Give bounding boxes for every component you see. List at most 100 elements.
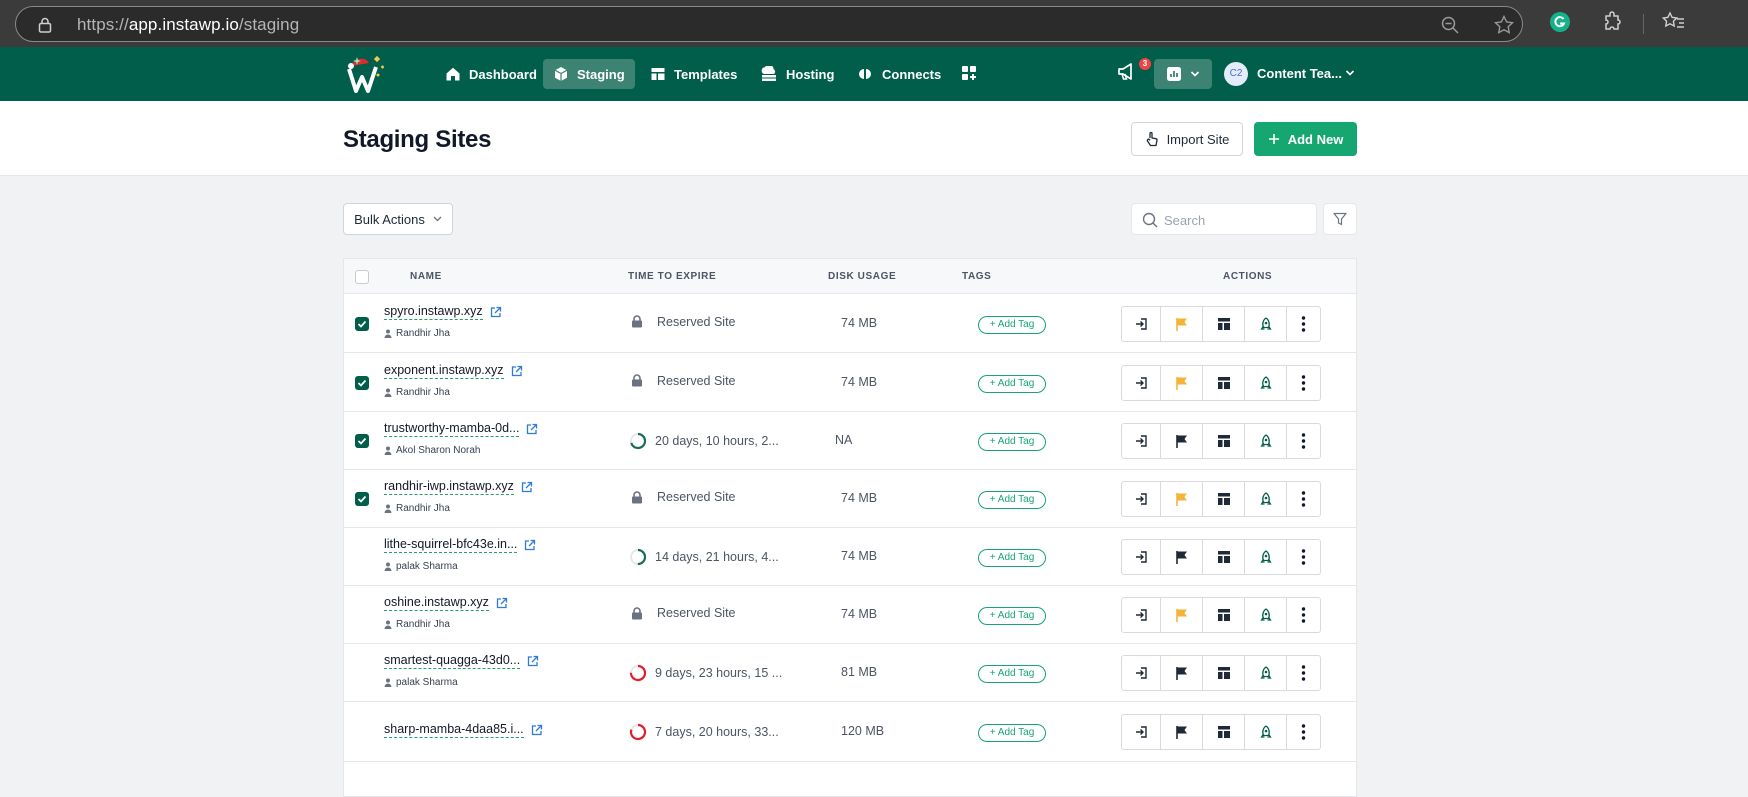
nav-dashboard[interactable]: Dashboard bbox=[435, 59, 547, 89]
team-chevron-down-icon[interactable] bbox=[1345, 69, 1355, 77]
deploy-button[interactable] bbox=[1245, 597, 1287, 633]
zoom-icon[interactable] bbox=[1441, 16, 1459, 34]
external-link-icon[interactable] bbox=[495, 597, 508, 609]
more-options-button[interactable] bbox=[1287, 714, 1321, 750]
row-checkbox[interactable] bbox=[355, 375, 369, 390]
external-link-icon[interactable] bbox=[525, 423, 538, 435]
team-name[interactable]: Content Tea... bbox=[1257, 66, 1342, 81]
analytics-dropdown-button[interactable] bbox=[1154, 59, 1212, 89]
url-text[interactable]: https://app.instawp.io/staging bbox=[77, 15, 299, 35]
filter-funnel-icon bbox=[1333, 212, 1347, 226]
address-bar[interactable]: https://app.instawp.io/staging bbox=[15, 6, 1523, 42]
flag-button[interactable] bbox=[1161, 481, 1203, 517]
site-name-link[interactable]: spyro.instawp.xyz bbox=[384, 304, 483, 320]
template-button[interactable] bbox=[1203, 539, 1245, 575]
deploy-button[interactable] bbox=[1245, 423, 1287, 459]
login-button[interactable] bbox=[1121, 539, 1161, 575]
external-link-icon[interactable] bbox=[489, 306, 502, 318]
external-link-icon[interactable] bbox=[510, 365, 523, 377]
login-button[interactable] bbox=[1121, 364, 1161, 401]
announcement-megaphone-icon[interactable] bbox=[1117, 62, 1139, 82]
more-options-button[interactable] bbox=[1287, 481, 1321, 517]
nav-staging[interactable]: Staging bbox=[543, 59, 635, 89]
column-header-disk[interactable]: DISK USAGE bbox=[828, 271, 896, 282]
more-options-button[interactable] bbox=[1287, 305, 1321, 342]
nav-hosting[interactable]: Hosting bbox=[750, 59, 844, 89]
favorite-star-icon[interactable] bbox=[1494, 15, 1514, 35]
more-options-button[interactable] bbox=[1287, 364, 1321, 401]
filter-button[interactable] bbox=[1323, 203, 1357, 235]
site-name-link[interactable]: exponent.instawp.xyz bbox=[384, 363, 504, 379]
more-options-button[interactable] bbox=[1287, 539, 1321, 575]
lock-icon[interactable] bbox=[38, 17, 52, 33]
external-link-icon[interactable] bbox=[526, 655, 539, 667]
row-checkbox[interactable] bbox=[355, 316, 369, 331]
template-button[interactable] bbox=[1203, 423, 1245, 459]
more-options-button[interactable] bbox=[1287, 423, 1321, 459]
row-checkbox[interactable] bbox=[355, 492, 369, 506]
login-button[interactable] bbox=[1121, 481, 1161, 517]
flag-button[interactable] bbox=[1161, 364, 1203, 401]
add-tag-button[interactable]: + Add Tag bbox=[978, 315, 1046, 334]
extensions-icon[interactable] bbox=[1603, 11, 1623, 33]
row-checkbox[interactable] bbox=[355, 434, 369, 448]
template-button[interactable] bbox=[1203, 481, 1245, 517]
flag-button[interactable] bbox=[1161, 305, 1203, 342]
deploy-button[interactable] bbox=[1245, 481, 1287, 517]
apps-grid-icon[interactable] bbox=[961, 65, 977, 81]
deploy-button[interactable] bbox=[1245, 655, 1287, 691]
deploy-button[interactable] bbox=[1245, 714, 1287, 750]
template-button[interactable] bbox=[1203, 655, 1245, 691]
add-tag-button[interactable]: + Add Tag bbox=[978, 549, 1046, 567]
more-options-button[interactable] bbox=[1287, 597, 1321, 633]
login-button[interactable] bbox=[1121, 597, 1161, 633]
template-button[interactable] bbox=[1203, 364, 1245, 401]
flag-button[interactable] bbox=[1161, 714, 1203, 750]
flag-button[interactable] bbox=[1161, 597, 1203, 633]
site-name-link[interactable]: trustworthy-mamba-0d... bbox=[384, 421, 520, 437]
site-name-link[interactable]: randhir-iwp.instawp.xyz bbox=[384, 479, 514, 495]
deploy-button[interactable] bbox=[1245, 305, 1287, 342]
site-name-link[interactable]: sharp-mamba-4daa85.i... bbox=[384, 722, 524, 738]
team-avatar[interactable]: C2 bbox=[1224, 62, 1248, 86]
favorites-list-icon[interactable] bbox=[1662, 11, 1686, 33]
bulk-actions-dropdown[interactable]: Bulk Actions bbox=[343, 203, 453, 235]
add-tag-button[interactable]: + Add Tag bbox=[978, 433, 1046, 451]
search-input[interactable] bbox=[1164, 210, 1309, 230]
column-header-expire[interactable]: TIME TO EXPIRE bbox=[628, 271, 716, 282]
instawp-logo[interactable] bbox=[345, 53, 389, 95]
template-button[interactable] bbox=[1203, 305, 1245, 342]
deploy-button[interactable] bbox=[1245, 539, 1287, 575]
template-button[interactable] bbox=[1203, 714, 1245, 750]
add-tag-button[interactable]: + Add Tag bbox=[978, 607, 1046, 625]
site-name-link[interactable]: lithe-squirrel-bfc43e.in... bbox=[384, 537, 518, 553]
external-link-icon[interactable] bbox=[523, 539, 536, 551]
column-header-name[interactable]: NAME bbox=[410, 271, 442, 282]
import-site-button[interactable]: Import Site bbox=[1131, 122, 1243, 156]
flag-button[interactable] bbox=[1161, 423, 1203, 459]
login-button[interactable] bbox=[1121, 423, 1161, 459]
external-link-icon[interactable] bbox=[520, 481, 533, 493]
site-name-link[interactable]: oshine.instawp.xyz bbox=[384, 595, 489, 611]
select-all-checkbox[interactable] bbox=[355, 270, 369, 284]
nav-connects[interactable]: Connects bbox=[846, 59, 951, 89]
add-tag-button[interactable]: + Add Tag bbox=[978, 724, 1046, 742]
login-button[interactable] bbox=[1121, 655, 1161, 691]
add-tag-button[interactable]: + Add Tag bbox=[978, 665, 1046, 683]
template-button[interactable] bbox=[1203, 597, 1245, 633]
login-button[interactable] bbox=[1121, 305, 1161, 342]
site-name-link[interactable]: smartest-quagga-43d0... bbox=[384, 653, 521, 669]
search-field[interactable] bbox=[1131, 203, 1317, 235]
add-tag-button[interactable]: + Add Tag bbox=[978, 374, 1046, 393]
add-tag-button[interactable]: + Add Tag bbox=[978, 491, 1046, 509]
external-link-icon[interactable] bbox=[530, 724, 543, 736]
flag-button[interactable] bbox=[1161, 655, 1203, 691]
grammarly-icon[interactable] bbox=[1549, 11, 1571, 33]
nav-templates[interactable]: Templates bbox=[640, 59, 747, 89]
add-new-button[interactable]: Add New bbox=[1254, 122, 1357, 156]
login-button[interactable] bbox=[1121, 714, 1161, 750]
row-actions bbox=[1121, 655, 1337, 691]
flag-button[interactable] bbox=[1161, 539, 1203, 575]
more-options-button[interactable] bbox=[1287, 655, 1321, 691]
deploy-button[interactable] bbox=[1245, 364, 1287, 401]
